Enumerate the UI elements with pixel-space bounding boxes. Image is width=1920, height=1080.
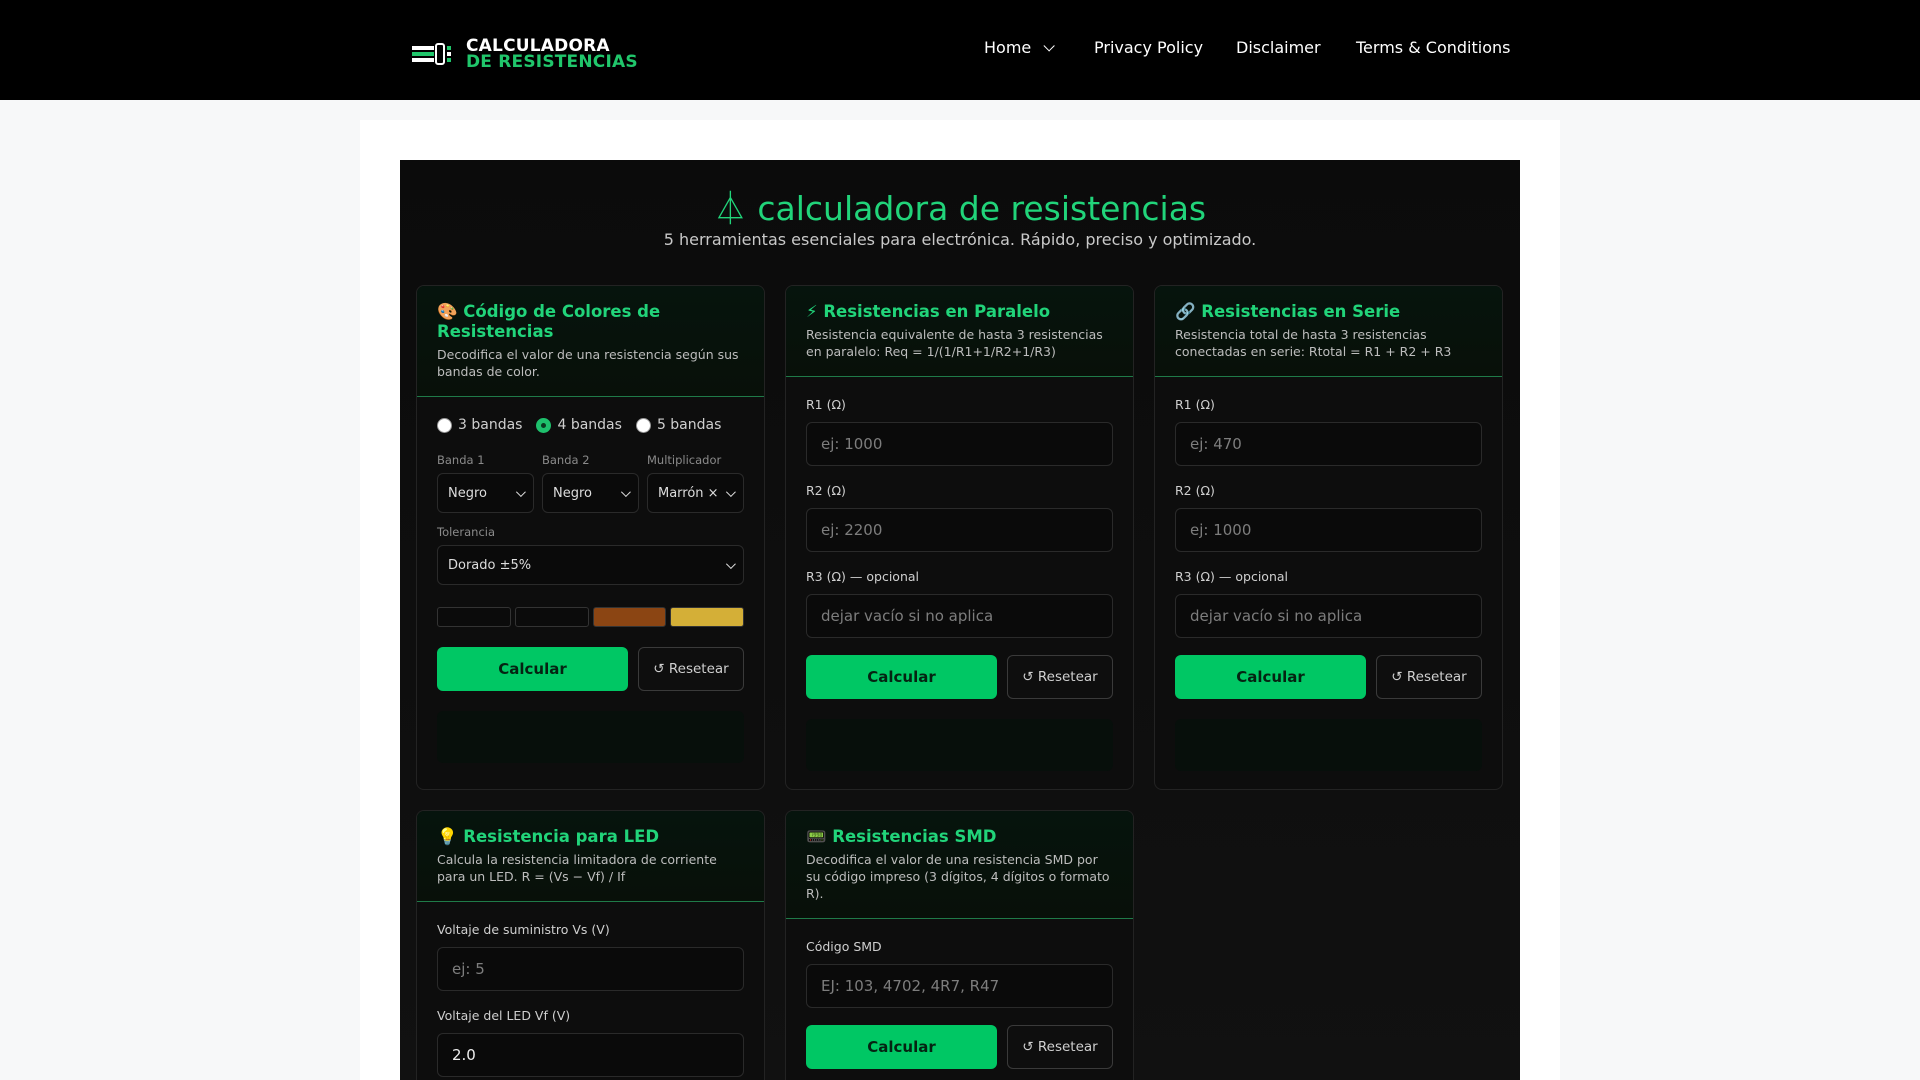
band-count-radios: 3 bandas 4 bandas 5 bandas	[437, 417, 744, 433]
chevron-down-icon	[515, 486, 526, 497]
band-swatch-4	[670, 607, 744, 627]
multiplier-value: Marrón ×	[658, 485, 719, 501]
band2-select[interactable]: Negro	[542, 473, 639, 513]
radio-label: 5 bandas	[656, 417, 722, 433]
calculate-button[interactable]: Calcular	[806, 655, 997, 699]
nav-disclaimer-label: Disclaimer	[1236, 38, 1321, 57]
card-header: 💡 Resistencia para LED Calcula la resist…	[417, 811, 764, 902]
band2-value: Negro	[553, 485, 592, 501]
calculator-app: ⏃ calculadora de resistencias 5 herramie…	[400, 160, 1520, 1080]
reset-button[interactable]: ↺ Resetear	[1007, 1025, 1113, 1069]
r3-label: R3 (Ω) — opcional	[1175, 569, 1288, 584]
reset-button[interactable]: ↺ Resetear	[1007, 655, 1113, 699]
band-swatch-3	[592, 607, 667, 627]
card-parallel: ⚡ Resistencias en Paralelo Resistencia e…	[785, 285, 1134, 790]
reset-button[interactable]: ↺ Resetear	[638, 647, 744, 691]
radio-3-bandas[interactable]: 3 bandas	[437, 417, 522, 433]
tolerance-select[interactable]: Dorado ±5%	[437, 545, 744, 585]
vs-label: Voltaje de suministro Vs (V)	[437, 922, 610, 937]
card-title: 🔗 Resistencias en Serie	[1175, 302, 1401, 321]
band-swatch-2	[514, 607, 589, 627]
card-header: 🎨 Código de Colores de Resistencias Deco…	[417, 286, 764, 397]
vs-input[interactable]	[437, 947, 744, 991]
chevron-down-icon	[725, 486, 736, 497]
smd-code-input[interactable]	[806, 964, 1113, 1008]
tolerance-label: Tolerancia	[437, 525, 496, 539]
band-color-preview	[437, 607, 744, 627]
resistor-logo-icon	[412, 43, 451, 65]
card-header: 📟 Resistencias SMD Decodifica el valor d…	[786, 811, 1133, 919]
result-box	[437, 711, 744, 763]
band1-select[interactable]: Negro	[437, 473, 534, 513]
logo-line-2: DE RESISTENCIAS	[466, 52, 638, 72]
result-box	[1175, 719, 1482, 771]
r2-input[interactable]	[1175, 508, 1482, 552]
radio-4-bandas[interactable]: 4 bandas	[536, 417, 622, 433]
nav-terms[interactable]: Terms & Conditions	[1356, 38, 1510, 57]
r2-input[interactable]	[806, 508, 1113, 552]
card-description: Decodifica el valor de una resistencia S…	[806, 852, 1110, 901]
radio-5-bandas[interactable]: 5 bandas	[635, 417, 722, 433]
band2-label: Banda 2	[542, 453, 590, 467]
radio-circle-icon	[437, 417, 452, 433]
chevron-down-icon	[725, 558, 736, 569]
card-led: 💡 Resistencia para LED Calcula la resist…	[416, 810, 765, 1080]
card-title: 📟 Resistencias SMD	[806, 827, 997, 846]
band1-value: Negro	[448, 485, 487, 501]
card-description: Resistencia equivalente de hasta 3 resis…	[806, 327, 1103, 359]
smd-code-label: Código SMD	[806, 939, 882, 954]
radio-label: 4 bandas	[557, 417, 622, 433]
r1-label: R1 (Ω)	[806, 397, 846, 412]
card-title: ⚡ Resistencias en Paralelo	[806, 302, 1051, 321]
nav-privacy-policy[interactable]: Privacy Policy	[1094, 38, 1203, 57]
r1-input[interactable]	[806, 422, 1113, 466]
calculate-button[interactable]: Calcular	[1175, 655, 1366, 699]
calculate-button[interactable]: Calcular	[437, 647, 628, 691]
page-title: ⏃ calculadora de resistencias	[713, 189, 1207, 228]
card-title: 🎨 Código de Colores de Resistencias	[437, 302, 661, 341]
chevron-down-icon	[1043, 39, 1056, 52]
r1-input[interactable]	[1175, 422, 1482, 466]
r3-label: R3 (Ω) — opcional	[806, 569, 919, 584]
band-swatch-1	[437, 607, 511, 627]
site-logo[interactable]: CALCULADORA DE RESISTENCIAS	[412, 38, 638, 72]
nav-home-label: Home	[984, 38, 1032, 57]
vf-input[interactable]	[437, 1033, 744, 1077]
radio-circle-icon	[635, 417, 651, 433]
tolerance-value: Dorado ±5%	[448, 557, 532, 573]
card-header: 🔗 Resistencias en Serie Resistencia tota…	[1155, 286, 1502, 377]
r3-input[interactable]	[806, 594, 1113, 638]
nav-privacy-label: Privacy Policy	[1094, 38, 1204, 57]
chevron-down-icon	[620, 486, 631, 497]
top-navbar: CALCULADORA DE RESISTENCIAS Home Privacy…	[0, 0, 1920, 100]
result-box	[806, 719, 1113, 771]
nav-home[interactable]: Home	[984, 38, 1056, 57]
nav-disclaimer[interactable]: Disclaimer	[1236, 38, 1321, 57]
multiplier-select[interactable]: Marrón ×	[647, 473, 744, 513]
card-title: 💡 Resistencia para LED	[437, 827, 660, 846]
r2-label: R2 (Ω)	[1175, 483, 1215, 498]
calculate-button[interactable]: Calcular	[806, 1025, 997, 1069]
vf-label: Voltaje del LED Vf (V)	[437, 1008, 571, 1023]
radio-label: 3 bandas	[458, 417, 523, 433]
card-header: ⚡ Resistencias en Paralelo Resistencia e…	[786, 286, 1133, 377]
multiplier-label: Multiplicador	[647, 453, 722, 467]
card-series: 🔗 Resistencias en Serie Resistencia tota…	[1154, 285, 1503, 790]
nav-terms-label: Terms & Conditions	[1356, 38, 1511, 57]
r3-input[interactable]	[1175, 594, 1482, 638]
band1-label: Banda 1	[437, 453, 485, 467]
reset-button[interactable]: ↺ Resetear	[1376, 655, 1482, 699]
page-subtitle: 5 herramientas esenciales para electróni…	[663, 230, 1257, 249]
r2-label: R2 (Ω)	[806, 483, 846, 498]
r1-label: R1 (Ω)	[1175, 397, 1215, 412]
card-description: Resistencia total de hasta 3 resistencia…	[1175, 327, 1452, 359]
radio-checked-icon	[536, 417, 552, 433]
card-smd: 📟 Resistencias SMD Decodifica el valor d…	[785, 810, 1134, 1080]
card-description: Calcula la resistencia limitadora de cor…	[437, 852, 717, 884]
card-color-code: 🎨 Código de Colores de Resistencias Deco…	[416, 285, 765, 790]
card-description: Decodifica el valor de una resistencia s…	[437, 347, 739, 379]
